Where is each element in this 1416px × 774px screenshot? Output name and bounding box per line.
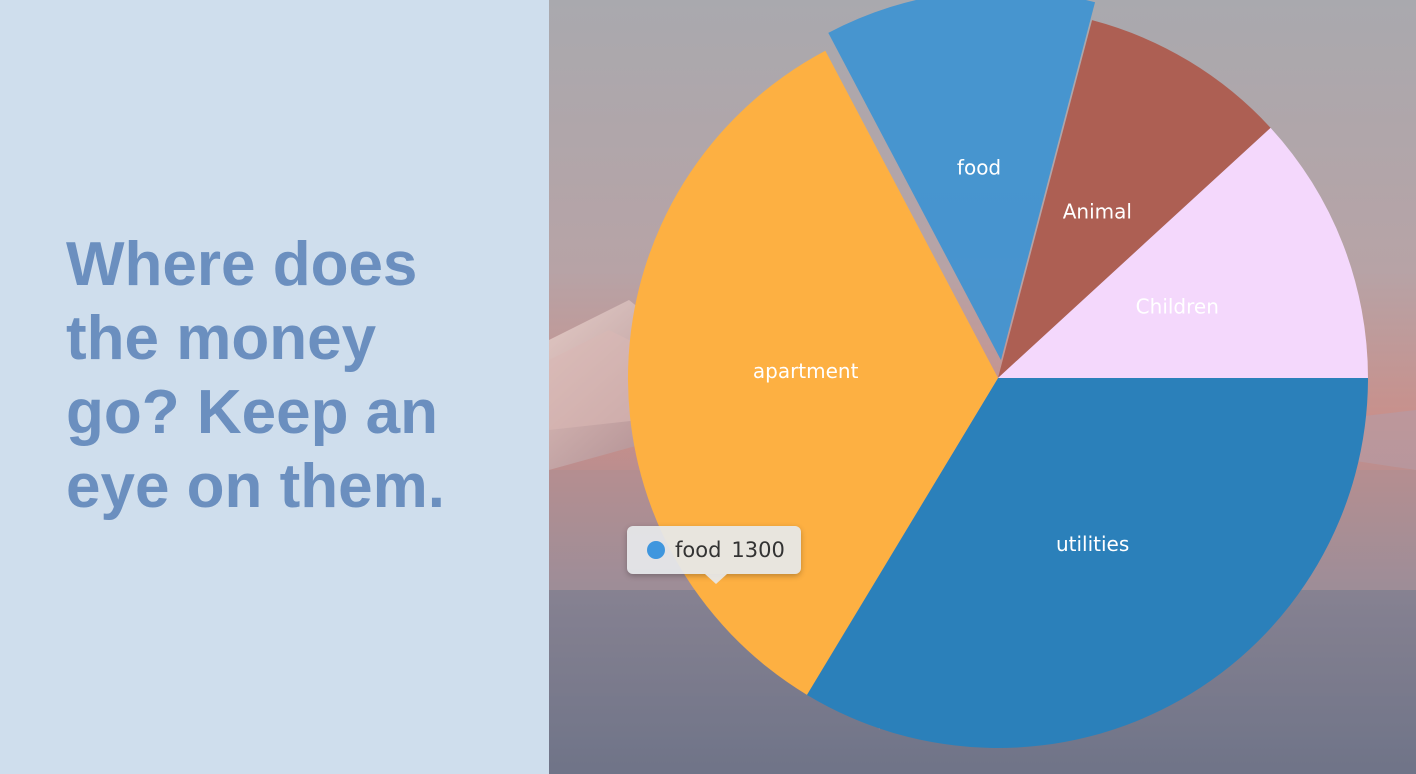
tooltip-label: food (675, 538, 722, 562)
pie-label-food: food (957, 155, 1001, 179)
pie-chart: utilities apartment food Animal Children (549, 0, 1416, 774)
chart-tooltip: food 1300 (627, 526, 801, 584)
pie-label-apartment: apartment (753, 359, 859, 383)
chart-panel: utilities apartment food Animal Children (549, 0, 1416, 774)
pie-label-children: Children (1136, 295, 1219, 319)
pie-label-utilities: utilities (1056, 532, 1129, 556)
left-panel: Where does the money go? Keep an eye on … (0, 0, 549, 774)
tooltip-value: 1300 (731, 538, 785, 562)
tooltip-series-dot (647, 541, 665, 559)
headline: Where does the money go? Keep an eye on … (66, 230, 445, 521)
pie-label-animal: Animal (1063, 200, 1132, 224)
